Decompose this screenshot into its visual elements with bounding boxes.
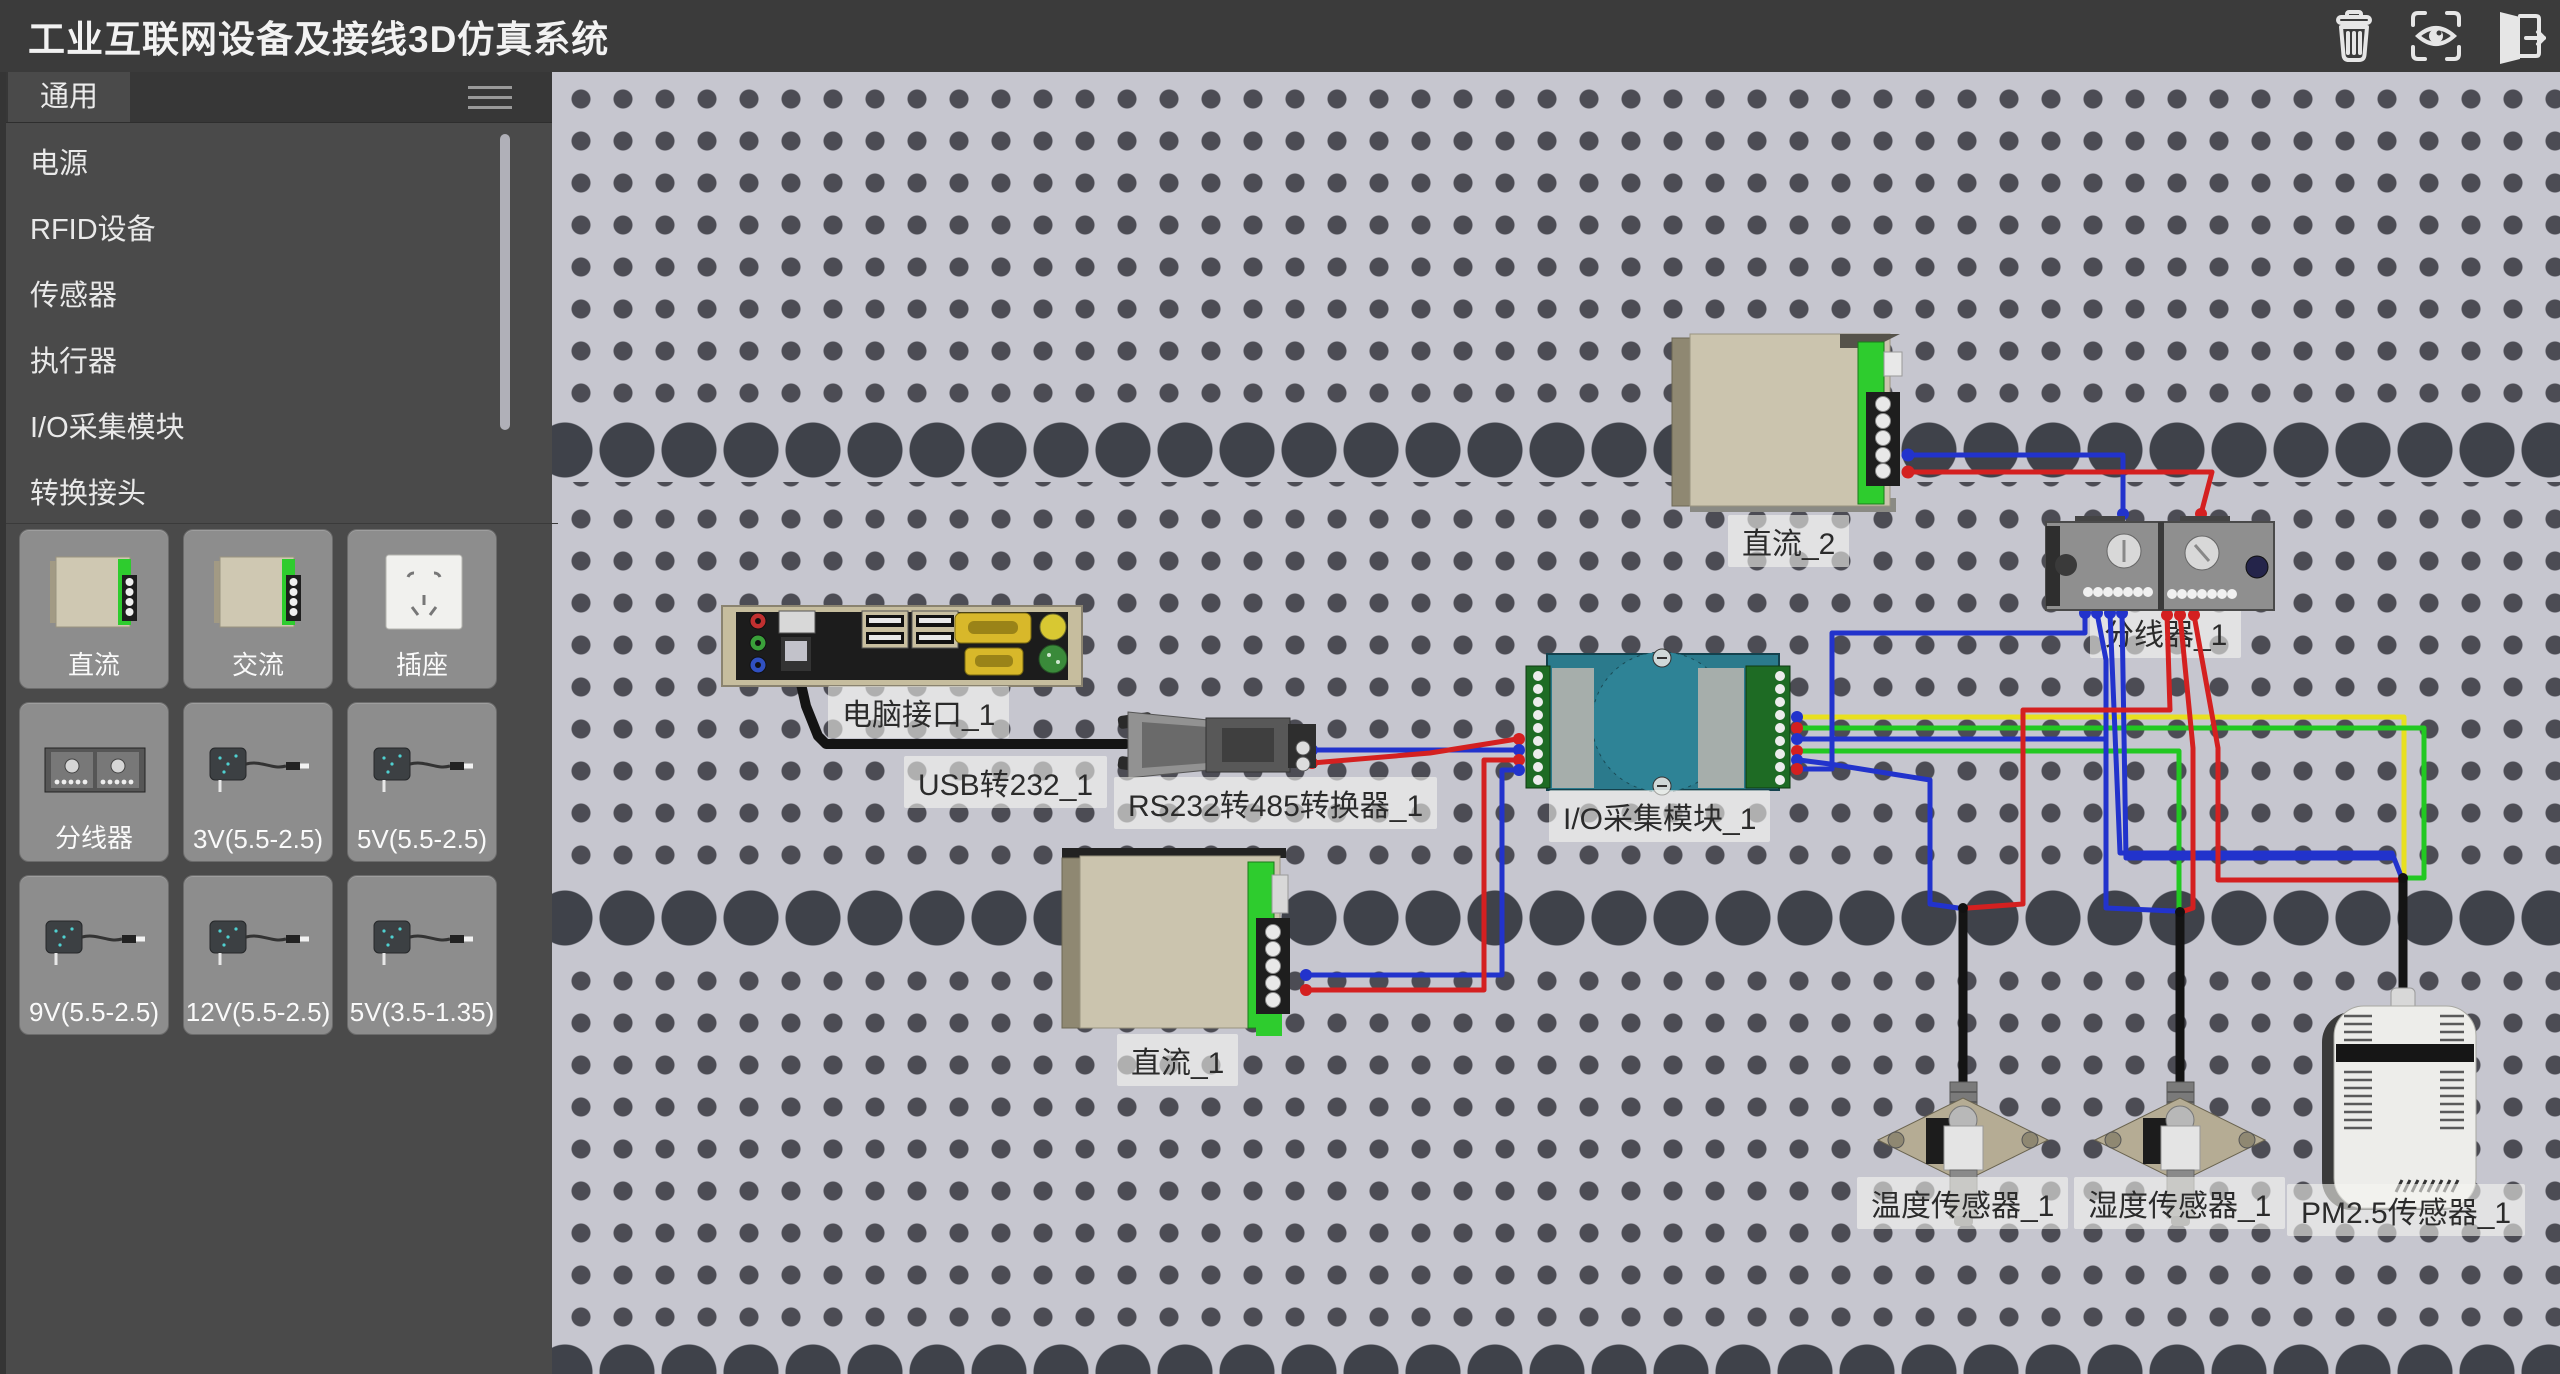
title-bar: 工业互联网设备及接线3D仿真系统 [0,0,2560,72]
device-label: 湿度传感器_1 [2074,1177,2285,1229]
dc-module-1-device[interactable] [1062,848,1290,1036]
device-label: 直流_2 [1728,515,1849,567]
card-ac[interactable]: 交流 [183,529,333,689]
card-adapter-3v[interactable]: 3V(5.5-2.5) [183,702,333,862]
title-bar-actions [2326,8,2546,64]
power-adapter-icon [204,890,314,986]
category-menu: 电源 RFID设备 传感器 执行器 I/O采集模块 转换接头 [6,123,552,527]
device-label: 温度传感器_1 [1857,1177,2068,1229]
card-dc[interactable]: 直流 [19,529,169,689]
pegboard-canvas[interactable]: 分线器_1 [552,72,2560,1374]
card-adapter-9v[interactable]: 9V(5.5-2.5) [19,875,169,1035]
menu-item-adapter[interactable]: 转换接头 [6,461,552,527]
power-adapter-icon [368,717,478,813]
ac-module-icon [204,544,314,640]
computer-interface-device[interactable] [722,606,1082,686]
menu-scrollbar[interactable] [500,134,510,430]
power-adapter-icon [204,717,314,813]
device-label: USB转232_1 [904,756,1107,808]
socket-icon [368,544,478,640]
device-library-panel: 通用 电源 RFID设备 传感器 执行器 I/O采集模块 转换接头 [0,72,552,1374]
splitter-device[interactable] [2046,516,2274,610]
tab-row: 通用 [6,72,552,123]
menu-item-io-module[interactable]: I/O采集模块 [6,395,552,461]
menu-hamburger-icon[interactable] [468,86,512,110]
dc-module-2-device[interactable] [1672,334,1902,512]
device-label: I/O采集模块_1 [1549,790,1770,842]
device-label: RS232转485转换器_1 [1114,777,1437,829]
card-adapter-5v-slim[interactable]: 5V(3.5-1.35) [347,875,497,1035]
power-adapter-icon [368,890,478,986]
app-root: { "title_bar": { "title": "工业互联网设备及接线3D仿… [0,0,2560,1374]
card-splitter[interactable]: 分线器 [19,702,169,862]
menu-item-sensor[interactable]: 传感器 [6,263,552,329]
menu-item-rfid[interactable]: RFID设备 [6,197,552,263]
tab-general[interactable]: 通用 [8,72,130,122]
trash-icon[interactable] [2326,8,2382,64]
pm25-sensor-device[interactable] [2322,873,2476,1210]
device-label: 电脑接口_1 [828,686,1009,738]
exit-icon[interactable] [2490,8,2546,64]
device-label: 直流_1 [1117,1034,1238,1086]
menu-item-actuator[interactable]: 执行器 [6,329,552,395]
card-adapter-5v[interactable]: 5V(5.5-2.5) [347,702,497,862]
app-title: 工业互联网设备及接线3D仿真系统 [28,9,609,63]
device-card-grid: 直流 交流 插座 分线器 3V(5.5-2.5) 5V(5.5-2.5) 9V(… [6,523,558,1035]
menu-item-power[interactable]: 电源 [6,131,552,197]
device-label: PM2.5传感器_1 [2287,1184,2525,1236]
power-adapter-icon [40,890,150,986]
dc-module-icon [40,544,150,640]
splitter-icon [40,717,150,813]
view-eye-icon[interactable] [2408,8,2464,64]
card-socket[interactable]: 插座 [347,529,497,689]
card-adapter-12v[interactable]: 12V(5.5-2.5) [183,875,333,1035]
usb-to-232-device[interactable] [1117,712,1316,778]
io-collect-module-device[interactable] [1526,649,1790,795]
